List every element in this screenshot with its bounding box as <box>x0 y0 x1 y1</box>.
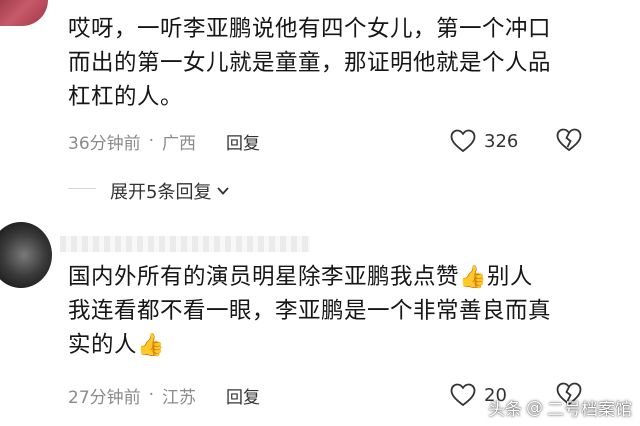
comment-time: 27分钟前 <box>68 387 141 408</box>
comment-line: 哎呀，一听李亚鹏说他有四个女儿，第一个冲口 <box>68 16 552 42</box>
expand-replies-button[interactable]: 展开5条回复 <box>110 178 231 204</box>
like-count: 326 <box>484 130 519 152</box>
comment-text: 哎呀，一听李亚鹏说他有四个女儿，第一个冲口 而出的第一女儿就是童童，那证明他就是… <box>68 12 608 114</box>
like-button[interactable]: 326 <box>450 128 518 154</box>
comment-location: 广西 <box>162 133 197 154</box>
commenter-avatar[interactable] <box>0 0 48 26</box>
reply-button[interactable]: 回复 <box>226 383 260 408</box>
watermark-account: 二号档案馆 <box>547 400 632 420</box>
comment-line: 国内外所有的演员明星除李亚鹏我点赞 <box>68 264 460 290</box>
watermark-at: @ <box>526 397 543 418</box>
meta-separator: · <box>148 131 155 151</box>
thumbs-up-emoji-icon: 👍 <box>137 333 165 358</box>
username-blurred[interactable] <box>60 236 310 252</box>
comment-meta: 36分钟前 · 广西 回复 <box>68 129 260 154</box>
meta-separator: · <box>148 385 155 405</box>
watermark-prefix: 头条 <box>488 400 522 420</box>
expand-divider <box>68 188 96 189</box>
heart-outline-icon <box>450 129 476 153</box>
expand-replies-label: 展开5条回复 <box>110 182 212 203</box>
reply-button[interactable]: 回复 <box>226 129 260 154</box>
chevron-down-icon <box>217 187 230 195</box>
broken-heart-icon <box>556 128 582 152</box>
comment-time: 36分钟前 <box>68 133 141 154</box>
watermark: 头条 @ 二号档案馆 <box>488 395 632 421</box>
comment-text: 国内外所有的演员明星除李亚鹏我点赞👍别人 我连看都不看一眼，李亚鹏是一个非常善良… <box>68 260 608 362</box>
thumbs-up-emoji-icon: 👍 <box>459 265 487 290</box>
dislike-button[interactable] <box>556 128 582 156</box>
heart-outline-icon <box>450 383 476 407</box>
comment-line: 别人 <box>486 264 533 290</box>
comment-line: 而出的第一女儿就是童童，那证明他就是个人品 <box>68 50 552 76</box>
comment-line: 实的人 <box>68 332 138 358</box>
commenter-avatar[interactable] <box>0 222 52 288</box>
comment-line: 杠杠的人。 <box>68 84 184 110</box>
comment-line: 我连看都不看一眼，李亚鹏是一个非常善良而真 <box>68 298 552 324</box>
comment-meta: 27分钟前 · 江苏 回复 <box>68 383 260 408</box>
comment-location: 江苏 <box>162 387 197 408</box>
